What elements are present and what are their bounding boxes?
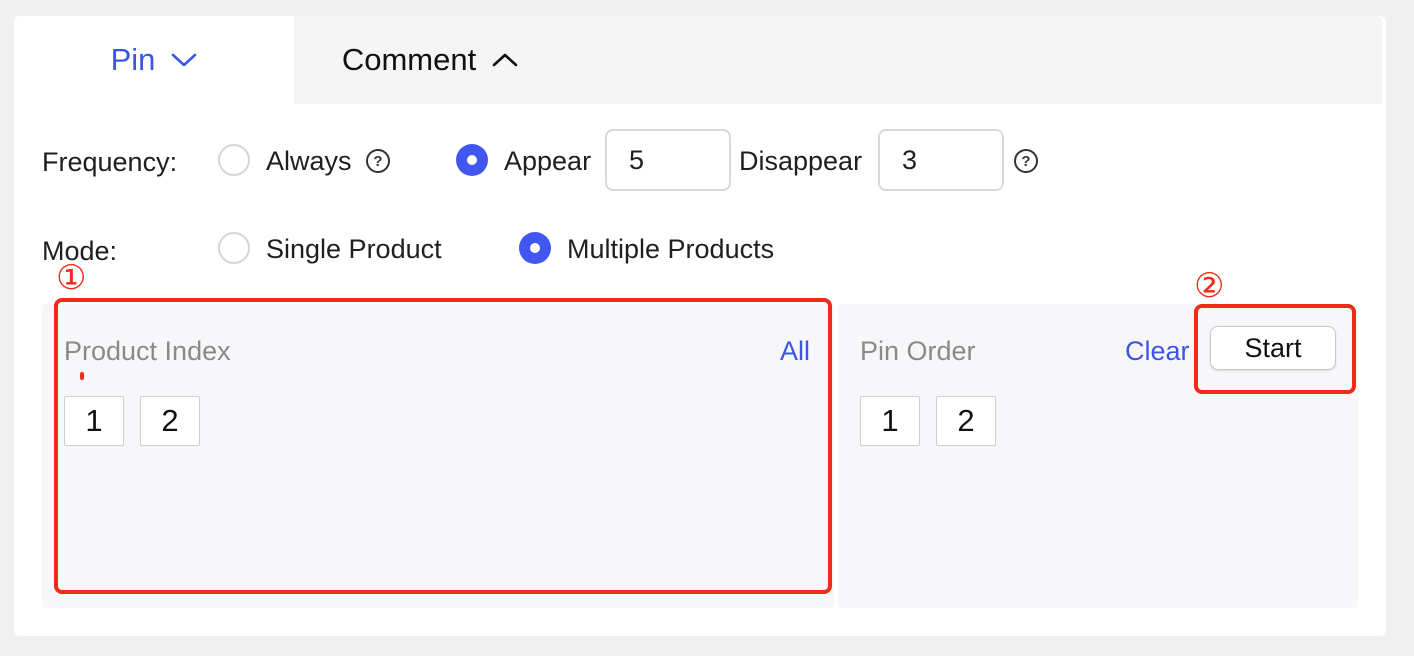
disappear-label: Disappear [739, 146, 863, 176]
tab-comment-label: Comment [341, 42, 477, 77]
radio-single-product[interactable] [218, 232, 250, 264]
multiple-products-label: Multiple Products [567, 234, 775, 264]
question-circle-icon[interactable]: ? [1014, 149, 1038, 173]
tab-pin-label: Pin [110, 42, 156, 77]
chevron-up-icon [492, 52, 518, 68]
chevron-down-icon [171, 52, 197, 68]
radio-appear[interactable] [456, 144, 488, 176]
appear-label: Appear [504, 146, 592, 176]
question-circle-icon[interactable]: ? [366, 149, 390, 173]
always-label: Always [266, 146, 352, 176]
appear-input[interactable] [605, 129, 731, 191]
disappear-input[interactable] [878, 129, 1004, 191]
radio-multiple-products[interactable] [519, 232, 551, 264]
tab-comment[interactable]: Comment [294, 16, 566, 104]
annotation-marker-2: ② [1194, 267, 1225, 305]
clear-link[interactable]: Clear [1125, 336, 1190, 367]
pin-settings-panel: Pin Comment Frequency: Always ? Appear D… [14, 16, 1386, 636]
annotation-box-1 [54, 298, 832, 594]
pin-order-title: Pin Order [860, 336, 976, 366]
annotation-marker-1: ① [56, 259, 87, 297]
single-product-label: Single Product [266, 234, 442, 264]
annotation-dot [80, 372, 84, 380]
pin-order-chip[interactable]: 2 [936, 396, 996, 446]
tab-pin[interactable]: Pin [14, 16, 294, 104]
tab-bar: Pin Comment [14, 16, 1382, 104]
annotation-box-2 [1194, 304, 1356, 394]
radio-always[interactable] [218, 144, 250, 176]
frequency-label: Frequency: [42, 147, 178, 177]
pin-order-chip[interactable]: 1 [860, 396, 920, 446]
